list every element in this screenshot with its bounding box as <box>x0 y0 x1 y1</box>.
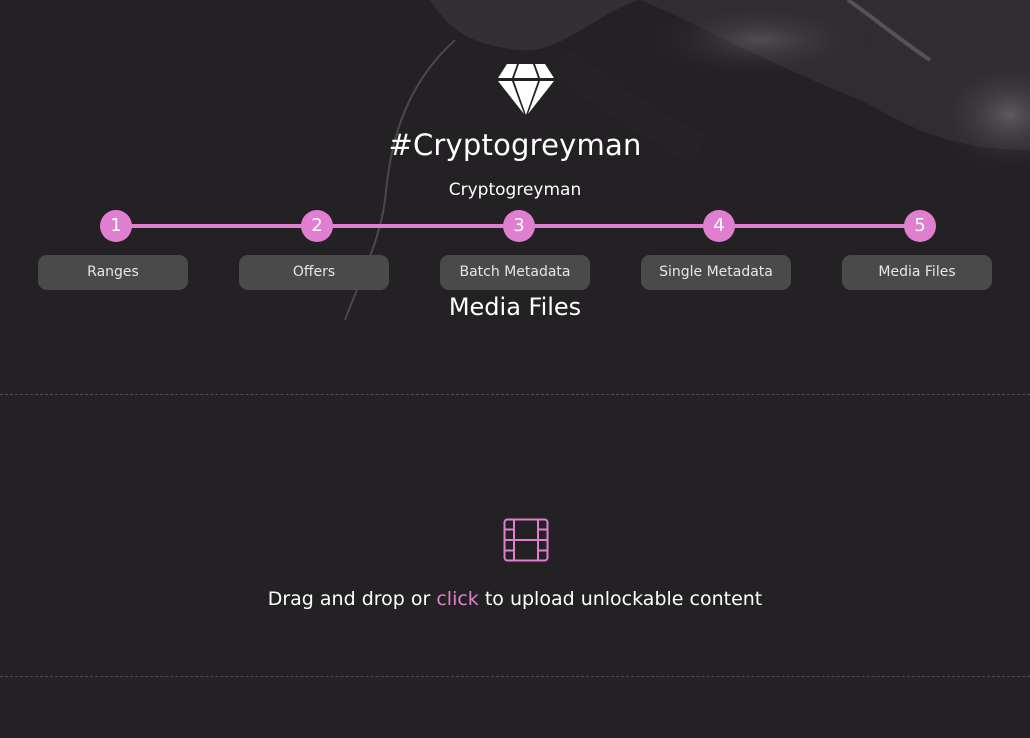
collection-subtitle: Cryptogreyman <box>448 180 582 200</box>
collection-title: #Cryptogreyman <box>388 128 642 162</box>
divider-top <box>0 394 1030 395</box>
step-4-number[interactable]: 4 <box>703 210 735 242</box>
step-1-button[interactable]: Ranges <box>38 255 188 290</box>
divider-bottom <box>0 676 1030 677</box>
step-3-number[interactable]: 3 <box>503 210 535 242</box>
upload-click-link[interactable]: click <box>436 588 478 610</box>
film-icon <box>503 518 549 562</box>
step-2-number[interactable]: 2 <box>301 210 333 242</box>
step-5-number[interactable]: 5 <box>904 210 936 242</box>
diamond-icon <box>497 64 555 116</box>
step-1-number[interactable]: 1 <box>100 210 132 242</box>
section-heading: Media Files <box>448 293 582 321</box>
upload-dropzone[interactable]: Drag and drop or click to upload unlocka… <box>0 396 1030 676</box>
step-2-button[interactable]: Offers <box>239 255 389 290</box>
dropzone-instructions: Drag and drop or click to upload unlocka… <box>0 588 1030 610</box>
step-3-button[interactable]: Batch Metadata <box>440 255 590 290</box>
step-5-button[interactable]: Media Files <box>842 255 992 290</box>
step-progress: 1 Ranges 2 Offers 3 Batch Metadata 4 Sin… <box>0 210 1030 300</box>
dropzone-text-before: Drag and drop or <box>267 588 437 610</box>
dropzone-text-after: to upload unlockable content <box>478 588 763 610</box>
step-4-button[interactable]: Single Metadata <box>641 255 791 290</box>
